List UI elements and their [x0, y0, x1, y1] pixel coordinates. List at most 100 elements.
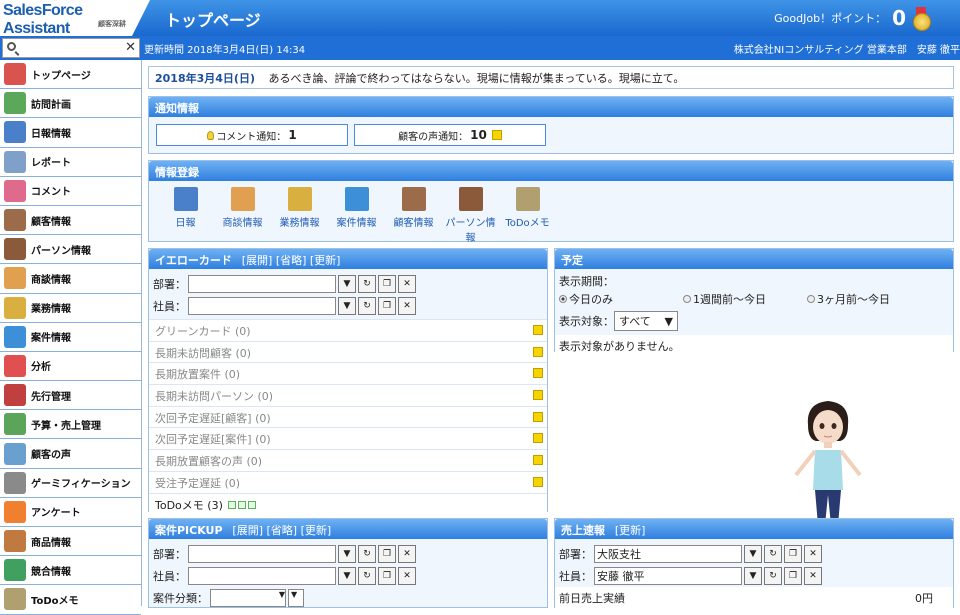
sidebar-item[interactable]: 先行管理: [0, 381, 141, 411]
pickup-header: 案件PICKUP [展開] [省略] [更新]: [149, 519, 547, 539]
period-week-option[interactable]: 1週間前～今日: [683, 291, 807, 307]
sidebar-item[interactable]: 分析: [0, 352, 141, 382]
yellow-staff-input[interactable]: [188, 297, 336, 315]
refresh-icon[interactable]: ↻: [358, 545, 376, 563]
copy-icon[interactable]: ❐: [378, 297, 396, 315]
sidebar-item[interactable]: 顧客の声: [0, 439, 141, 469]
sidebar-item[interactable]: トップページ: [0, 60, 141, 90]
todo-item[interactable]: ToDoメモ (3): [149, 492, 547, 515]
close-icon[interactable]: ✕: [398, 297, 416, 315]
close-icon[interactable]: ✕: [398, 567, 416, 585]
yellow-card-item[interactable]: 長期放置顧客の声 (0): [149, 449, 547, 471]
checkbox-icon: [248, 500, 257, 509]
yellow-card-item[interactable]: 次回予定遅延[案件] (0): [149, 427, 547, 449]
yellow-card-item[interactable]: グリーンカード (0): [149, 319, 547, 341]
sales-dept-input[interactable]: 大阪支社: [594, 545, 742, 563]
pickup-dept-input[interactable]: [188, 545, 336, 563]
schedule-target-select[interactable]: すべて ▼: [614, 311, 678, 331]
copy-icon[interactable]: ❐: [378, 545, 396, 563]
dropdown-icon[interactable]: ▼: [338, 297, 356, 315]
close-icon[interactable]: ✕: [804, 567, 822, 585]
sidebar-item[interactable]: コメント: [0, 177, 141, 206]
register-shortcut[interactable]: 日報: [157, 183, 214, 244]
period-3month-option[interactable]: 3ヶ月前～今日: [807, 291, 890, 307]
copy-icon[interactable]: ❐: [378, 275, 396, 293]
pickup-staff-input[interactable]: [188, 567, 336, 585]
sidebar-item[interactable]: 商品情報: [0, 527, 141, 557]
copy-icon[interactable]: ❐: [378, 567, 396, 585]
sidebar-item[interactable]: 競合情報: [0, 556, 141, 586]
pickup-category-select[interactable]: ▼: [210, 589, 286, 607]
note-icon[interactable]: [533, 455, 543, 466]
close-icon[interactable]: ✕: [398, 545, 416, 563]
sidebar-item[interactable]: パーソン情報: [0, 235, 141, 265]
refresh-icon[interactable]: ↻: [764, 545, 782, 563]
note-icon[interactable]: [533, 390, 543, 401]
register-shortcut[interactable]: ToDoメモ: [499, 183, 556, 244]
sidebar-item[interactable]: 業務情報: [0, 294, 141, 323]
comment-notice-button[interactable]: コメント通知： 1: [156, 124, 348, 146]
refresh-icon[interactable]: ↻: [358, 275, 376, 293]
note-icon[interactable]: [533, 476, 543, 487]
sidebar-item[interactable]: アンケート: [0, 498, 141, 527]
pickup-links[interactable]: [展開] [省略] [更新]: [232, 524, 331, 537]
dropdown-icon[interactable]: ▼: [338, 275, 356, 293]
register-shortcut[interactable]: 案件情報: [328, 183, 385, 244]
close-icon[interactable]: ✕: [398, 275, 416, 293]
sidebar-item[interactable]: 商談情報: [0, 264, 141, 294]
medal-icon[interactable]: [912, 7, 931, 31]
refresh-icon[interactable]: ↻: [358, 297, 376, 315]
sales-links[interactable]: [更新]: [615, 524, 646, 537]
note-icon[interactable]: [533, 368, 543, 379]
yellow-card-item[interactable]: 長期未訪問パーソン (0): [149, 384, 547, 406]
sidebar-item[interactable]: ToDoメモ: [0, 585, 141, 615]
sales-header: 売上速報 [更新]: [555, 519, 953, 539]
refresh-icon[interactable]: ↻: [358, 567, 376, 585]
sales-staff-input[interactable]: 安藤 徹平: [594, 567, 742, 585]
period-today-option[interactable]: 今日のみ: [559, 291, 683, 307]
app-logo[interactable]: SalesForce Assistant 顧客深耕: [0, 0, 150, 36]
dropdown-icon[interactable]: ▼: [744, 545, 762, 563]
menu-icon: [4, 559, 26, 582]
refresh-icon[interactable]: ↻: [764, 567, 782, 585]
yellow-card-item[interactable]: 次回予定遅延[顧客] (0): [149, 405, 547, 428]
note-icon[interactable]: [533, 433, 543, 444]
search-icon: [7, 42, 16, 51]
yellow-card-item[interactable]: 受注予定遅延 (0): [149, 470, 547, 493]
note-icon[interactable]: [533, 411, 543, 422]
sidebar-item[interactable]: 訪問計画: [0, 89, 141, 119]
sidebar-item[interactable]: レポート: [0, 148, 141, 177]
menu-icon: [4, 384, 26, 407]
yellow-card-item[interactable]: 長期未訪問顧客 (0): [149, 340, 547, 363]
yellow-card-item[interactable]: 長期放置案件 (0): [149, 362, 547, 384]
register-icon: [173, 187, 198, 211]
register-shortcut[interactable]: 顧客情報: [385, 183, 442, 244]
close-icon[interactable]: ✕: [804, 545, 822, 563]
dropdown-icon[interactable]: ▼: [338, 545, 356, 563]
pickup-staff-label: 社員：: [153, 570, 186, 583]
register-shortcut[interactable]: パーソン情報: [442, 183, 499, 244]
voice-notice-button[interactable]: 顧客の声通知： 10: [354, 124, 546, 146]
search-input[interactable]: ✕: [2, 38, 140, 58]
yellow-dept-input[interactable]: [188, 275, 336, 293]
sidebar-item[interactable]: ゲーミフィケーション: [0, 469, 141, 498]
register-shortcut[interactable]: 商談情報: [214, 183, 271, 244]
pickup-subcategory-select[interactable]: ▼: [288, 589, 304, 607]
sidebar-item[interactable]: 日報情報: [0, 118, 141, 148]
yellow-card-item-label: 長期放置顧客の声 (0): [155, 455, 263, 469]
period-week-label: 1週間前～今日: [693, 293, 766, 306]
pickup-staff-row: 社員： ▼ ↻ ❐ ✕: [149, 565, 547, 587]
sidebar-item[interactable]: 顧客情報: [0, 206, 141, 236]
register-shortcut[interactable]: 業務情報: [271, 183, 328, 244]
clear-search-icon[interactable]: ✕: [125, 40, 136, 55]
dropdown-icon[interactable]: ▼: [744, 567, 762, 585]
copy-icon[interactable]: ❐: [784, 567, 802, 585]
dropdown-icon[interactable]: ▼: [338, 567, 356, 585]
copy-icon[interactable]: ❐: [784, 545, 802, 563]
sidebar-item[interactable]: 案件情報: [0, 323, 141, 352]
sidebar-item[interactable]: 予算・売上管理: [0, 410, 141, 440]
note-icon[interactable]: [533, 325, 543, 335]
yellow-card-links[interactable]: [展開] [省略] [更新]: [242, 254, 341, 267]
sidebar-item-label: ゲーミフィケーション: [31, 479, 131, 491]
note-icon[interactable]: [533, 346, 543, 357]
